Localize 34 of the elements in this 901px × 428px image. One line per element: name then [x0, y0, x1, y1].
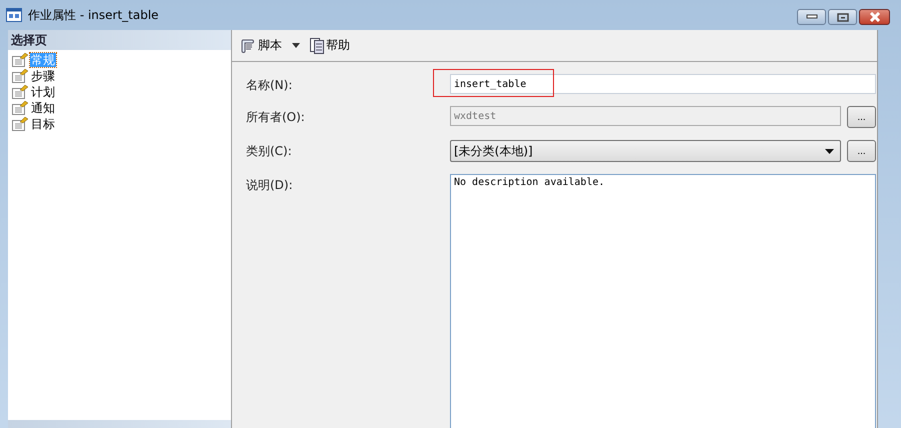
field-label: 说明(D):	[246, 177, 294, 194]
window-title: 作业属性 - insert_table	[28, 6, 159, 24]
page-item[interactable]: 目标	[30, 117, 56, 131]
close-button[interactable]	[859, 9, 890, 25]
page-icon	[12, 85, 28, 99]
help-icon	[310, 38, 324, 54]
script-button[interactable]: 脚本	[238, 37, 284, 54]
page-icon	[12, 117, 28, 131]
help-button[interactable]: 帮助	[308, 37, 352, 54]
page-icon	[12, 69, 28, 83]
page-item[interactable]: 计划	[30, 85, 56, 99]
field-label: 所有者(O):	[246, 109, 306, 126]
name-field[interactable]: insert_table	[450, 74, 876, 94]
app-icon	[6, 8, 22, 22]
description-field[interactable]: No description available.	[450, 174, 876, 428]
dropdown-arrow-icon	[825, 148, 834, 154]
maximize-icon	[836, 12, 848, 22]
page-icon	[12, 53, 28, 67]
category-dropdown[interactable]: [未分类(本地)]	[450, 140, 841, 162]
caret-icon[interactable]	[292, 43, 300, 48]
maximize-button[interactable]	[828, 9, 857, 25]
field-label: 名称(N):	[246, 77, 294, 94]
close-icon	[868, 12, 882, 22]
minimize-icon	[806, 14, 818, 20]
sidebar-header: 选择页	[8, 30, 231, 50]
browse-button[interactable]: ...	[847, 106, 876, 128]
owner-field[interactable]: wxdtest	[450, 106, 841, 126]
browse-button[interactable]: ...	[847, 140, 876, 162]
page-item[interactable]: 通知	[30, 101, 56, 115]
page-item[interactable]: 步骤	[30, 69, 56, 83]
minimize-button[interactable]	[797, 9, 826, 25]
page-icon	[12, 101, 28, 115]
scroll-icon	[240, 38, 256, 54]
field-label: 类别(C):	[246, 143, 293, 160]
